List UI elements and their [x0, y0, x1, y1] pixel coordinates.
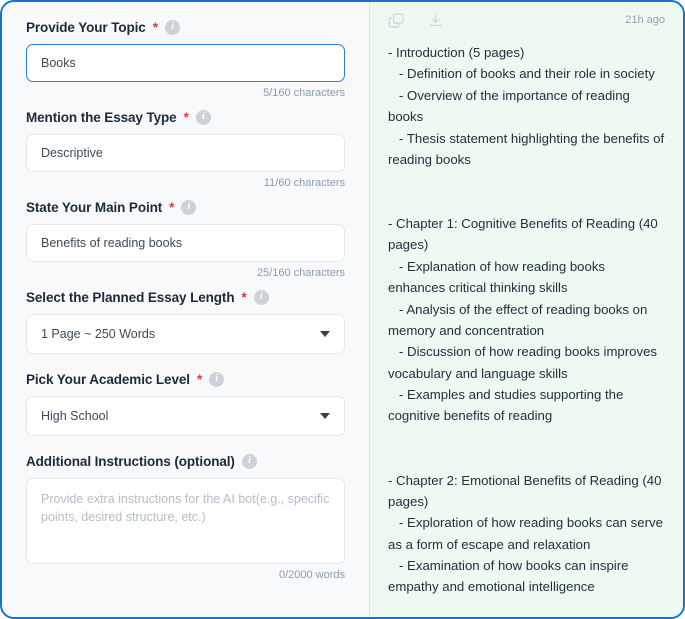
field-label: Mention the Essay Type — [26, 109, 177, 125]
additional-instructions-textarea[interactable]: Provide extra instructions for the AI bo… — [26, 478, 345, 564]
result-panel: 21h ago - Introduction (5 pages) - Defin… — [369, 2, 683, 617]
essay-form-panel: Provide Your Topic * i Books 5/160 charac… — [2, 2, 369, 617]
required-asterisk: * — [196, 371, 203, 387]
result-timestamp: 21h ago — [625, 14, 665, 26]
field-label-row: Mention the Essay Type * i — [26, 108, 345, 126]
result-toolbar: 21h ago — [370, 2, 683, 38]
info-icon[interactable]: i — [195, 109, 211, 125]
academic-level-select[interactable]: High School — [26, 396, 345, 436]
field-additional-instructions: Additional Instructions (optional) i Pro… — [26, 452, 345, 581]
essay-length-select[interactable]: 1 Page ~ 250 Words — [26, 314, 345, 354]
additional-instructions-counter: 0/2000 words — [278, 569, 345, 581]
field-label: Provide Your Topic — [26, 19, 146, 35]
info-icon[interactable]: i — [209, 371, 225, 387]
topic-input[interactable]: Books — [26, 44, 345, 82]
field-label: Select the Planned Essay Length — [26, 289, 235, 305]
essay-length-value: 1 Page ~ 250 Words — [41, 327, 156, 341]
field-label-row: State Your Main Point * i — [26, 198, 345, 216]
copy-icon[interactable] — [388, 12, 405, 29]
required-asterisk: * — [169, 199, 175, 215]
field-pick-your-academic-level: Pick Your Academic Level * i High School — [26, 370, 345, 436]
main-point-input[interactable]: Benefits of reading books — [26, 224, 345, 262]
academic-level-value: High School — [41, 409, 109, 423]
essay-type-counter: 11/60 characters — [263, 177, 345, 189]
field-label-row: Pick Your Academic Level * i — [26, 370, 345, 388]
info-icon[interactable]: i — [241, 453, 257, 469]
info-icon[interactable]: i — [253, 289, 269, 305]
topic-counter: 5/160 characters — [263, 87, 345, 99]
field-label: State Your Main Point — [26, 199, 163, 215]
field-label-row: Provide Your Topic * i — [26, 18, 345, 36]
field-mention-the-essay-type: Mention the Essay Type * i Descriptive 11… — [26, 108, 345, 189]
info-icon[interactable]: i — [181, 199, 197, 215]
required-asterisk: * — [183, 109, 189, 125]
essay-generator-card: Provide Your Topic * i Books 5/160 charac… — [0, 0, 685, 619]
main-point-counter: 25/160 characters — [256, 267, 345, 279]
chevron-down-icon — [320, 331, 330, 337]
required-asterisk: * — [152, 19, 158, 35]
field-state-your-main-point: State Your Main Point * i Benefits of rea… — [26, 198, 345, 279]
required-asterisk: * — [241, 289, 247, 305]
field-provide-your-topic: Provide Your Topic * i Books 5/160 charac… — [26, 18, 345, 99]
info-icon[interactable]: i — [165, 19, 180, 35]
field-label: Pick Your Academic Level — [26, 371, 190, 387]
field-select-the-planned-essay-length: Select the Planned Essay Length * i 1 Pag… — [26, 288, 345, 354]
field-label: Additional Instructions (optional) — [26, 453, 235, 469]
field-label-row: Additional Instructions (optional) i — [26, 452, 345, 470]
chevron-down-icon — [320, 413, 330, 419]
download-icon[interactable] — [427, 12, 444, 29]
result-outline-text: - Introduction (5 pages) - Definition of… — [388, 45, 665, 595]
field-label-row: Select the Planned Essay Length * i — [26, 288, 345, 306]
essay-type-input[interactable]: Descriptive — [26, 134, 345, 172]
